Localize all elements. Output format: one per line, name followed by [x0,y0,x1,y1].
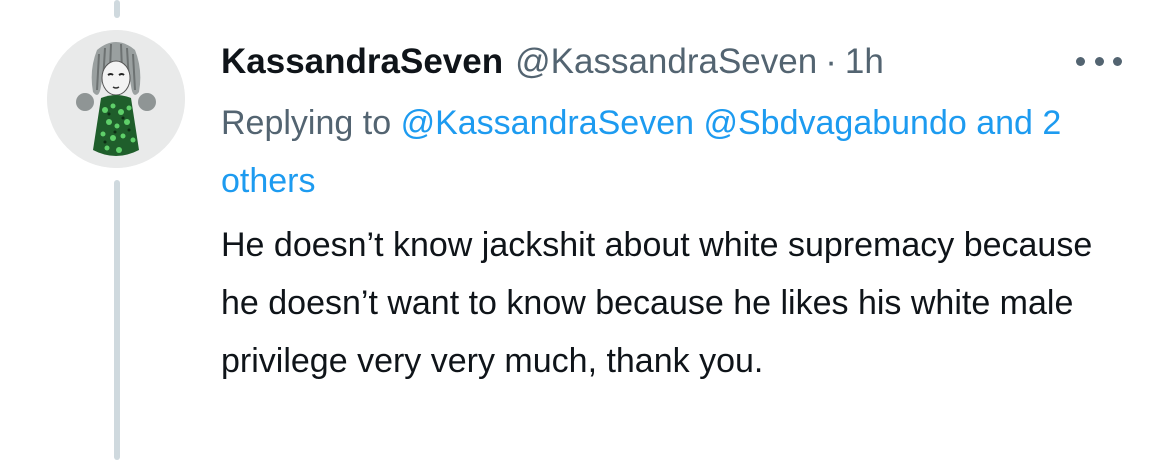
tweet: KassandraSeven @KassandraSeven · 1h Repl… [221,34,1121,390]
avatar[interactable] [47,30,185,168]
reply-mention-sbdvagabundo[interactable]: @Sbdvagabundo [703,104,966,142]
more-horizontal-icon[interactable] [1076,46,1122,76]
tweet-header: KassandraSeven @KassandraSeven · 1h [221,34,1121,90]
display-name[interactable]: KassandraSeven [221,42,503,82]
replying-to: Replying to @KassandraSeven @Sbdvagabund… [221,94,1121,210]
separator-dot: · [825,42,837,81]
replying-to-label: Replying to [221,104,392,142]
timestamp[interactable]: 1h [845,42,884,82]
user-handle[interactable]: @KassandraSeven [515,42,817,82]
more-dot [1094,56,1104,66]
reply-mention-kassandraseven[interactable]: @KassandraSeven [401,104,694,142]
more-dot [1113,56,1122,66]
tweet-text: He doesn’t know jackshit about white sup… [221,226,1093,380]
thread-line-top [114,0,120,18]
avatar-illustration [47,30,185,168]
more-dot [1076,56,1085,66]
thread-line-bottom [114,180,120,460]
